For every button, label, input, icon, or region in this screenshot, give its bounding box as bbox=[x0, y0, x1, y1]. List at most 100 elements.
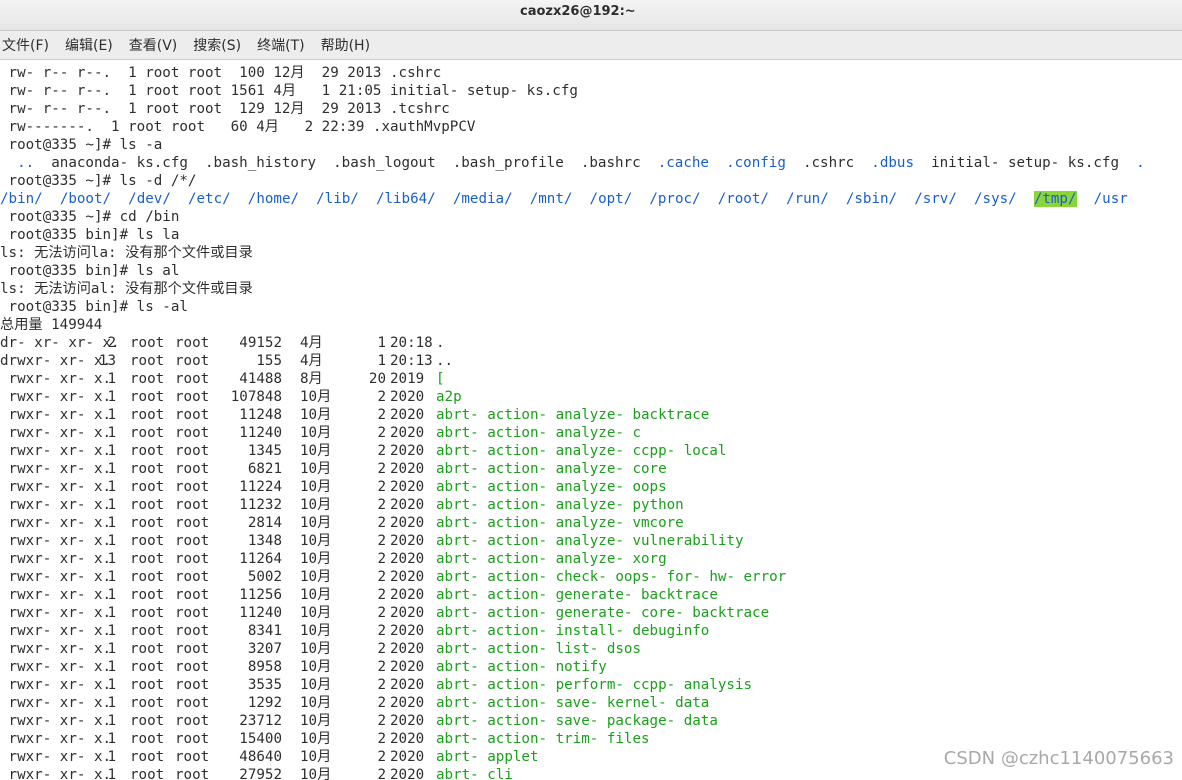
file-month: 10月 bbox=[300, 389, 332, 405]
file-day: 2 bbox=[377, 407, 386, 423]
file-day: 20 bbox=[368, 371, 386, 387]
file-owner: root bbox=[130, 749, 165, 765]
file-owner: root bbox=[130, 353, 165, 369]
ls-entry: anaconda- ks.cfg bbox=[34, 155, 188, 171]
window-titlebar[interactable]: caozx26@192:~ bbox=[0, 0, 1182, 31]
file-month: 10月 bbox=[300, 515, 332, 531]
file-group: root bbox=[175, 515, 210, 531]
file-time: 2019 bbox=[390, 371, 425, 387]
link-count: 13 bbox=[98, 353, 116, 369]
menu-bar: 文件(F) 编辑(E) 查看(V) 搜索(S) 终端(T) 帮助(H) bbox=[0, 31, 1182, 60]
file-owner: root bbox=[130, 551, 165, 567]
file-name: abrt- action- list- dsos bbox=[436, 641, 641, 657]
file-size: 6821 bbox=[247, 461, 282, 477]
file-size: 11232 bbox=[239, 497, 282, 513]
file-name: abrt- action- analyze- backtrace bbox=[436, 407, 710, 423]
file-group: root bbox=[175, 371, 210, 387]
link-count: 1 bbox=[107, 749, 116, 765]
file-owner: root bbox=[130, 569, 165, 585]
file-name: abrt- action- analyze- oops bbox=[436, 479, 667, 495]
file-day: 2 bbox=[377, 767, 386, 780]
file-size: 3535 bbox=[247, 677, 282, 693]
file-permissions: rwxr- xr- x. bbox=[0, 713, 112, 729]
file-owner: root bbox=[130, 371, 165, 387]
ls-entry: . bbox=[1119, 155, 1145, 171]
ls-entry: .config bbox=[708, 155, 786, 171]
file-day: 2 bbox=[377, 695, 386, 711]
file-name: abrt- action- analyze- vulnerability bbox=[436, 533, 744, 549]
terminal-output[interactable]: rw- r-- r--. 1 root root 100 12月 29 2013… bbox=[0, 60, 1182, 780]
separator bbox=[829, 191, 846, 207]
directory-entry: /boot/ bbox=[59, 191, 112, 207]
terminal-line: root@335 ~]# ls -d /*/ bbox=[0, 173, 197, 189]
link-count: 1 bbox=[107, 767, 116, 780]
file-day: 2 bbox=[377, 659, 386, 675]
file-time: 2020 bbox=[390, 641, 425, 657]
separator bbox=[572, 191, 589, 207]
link-count: 1 bbox=[107, 533, 116, 549]
ls-entry: .bash_profile bbox=[435, 155, 564, 171]
file-time: 2020 bbox=[390, 389, 425, 405]
file-permissions: rwxr- xr- x. bbox=[0, 767, 112, 780]
file-name: abrt- action- check- oops- for- hw- erro… bbox=[436, 569, 787, 585]
link-count: 1 bbox=[107, 425, 116, 441]
file-month: 10月 bbox=[300, 731, 332, 747]
file-owner: root bbox=[130, 335, 165, 351]
file-size: 1348 bbox=[247, 533, 282, 549]
file-month: 10月 bbox=[300, 407, 332, 423]
file-name: abrt- action- notify bbox=[436, 659, 607, 675]
file-day: 2 bbox=[377, 677, 386, 693]
file-size: 41488 bbox=[239, 371, 282, 387]
file-permissions: rwxr- xr- x. bbox=[0, 461, 112, 477]
file-day: 2 bbox=[377, 605, 386, 621]
link-count: 2 bbox=[107, 335, 116, 351]
file-permissions: rwxr- xr- x. bbox=[0, 605, 112, 621]
menu-help[interactable]: 帮助(H) bbox=[319, 35, 378, 55]
file-name: abrt- cli bbox=[436, 767, 513, 780]
terminal-line: root@335 bin]# ls al bbox=[0, 263, 180, 279]
link-count: 1 bbox=[107, 497, 116, 513]
ls-entry: .bashrc bbox=[563, 155, 641, 171]
separator bbox=[299, 191, 316, 207]
file-permissions: rwxr- xr- x. bbox=[0, 497, 112, 513]
file-time: 2020 bbox=[390, 551, 425, 567]
window-title: caozx26@192:~ bbox=[520, 4, 636, 19]
file-owner: root bbox=[130, 677, 165, 693]
file-month: 10月 bbox=[300, 479, 332, 495]
link-count: 1 bbox=[107, 713, 116, 729]
file-day: 2 bbox=[377, 443, 386, 459]
menu-view[interactable]: 查看(V) bbox=[127, 35, 186, 55]
file-permissions: rwxr- xr- x. bbox=[0, 623, 112, 639]
file-owner: root bbox=[130, 587, 165, 603]
directory-entry: /etc/ bbox=[187, 191, 231, 207]
file-month: 10月 bbox=[300, 551, 332, 567]
file-group: root bbox=[175, 677, 210, 693]
file-day: 2 bbox=[377, 587, 386, 603]
directory-entry: /media/ bbox=[452, 191, 513, 207]
menu-file[interactable]: 文件(F) bbox=[0, 35, 57, 55]
menu-search[interactable]: 搜索(S) bbox=[191, 35, 249, 55]
menu-edit[interactable]: 编辑(E) bbox=[63, 35, 121, 55]
terminal-line: 总用量 149944 bbox=[0, 317, 103, 333]
file-owner: root bbox=[130, 641, 165, 657]
directory-entry: /run/ bbox=[786, 191, 829, 207]
file-name: abrt- action- install- debuginfo bbox=[436, 623, 710, 639]
file-owner: root bbox=[130, 533, 165, 549]
separator bbox=[769, 191, 786, 207]
separator bbox=[436, 191, 453, 207]
link-count: 1 bbox=[107, 659, 116, 675]
menu-terminal[interactable]: 终端(T) bbox=[255, 35, 312, 55]
terminal-line: root@335 ~]# ls -a bbox=[0, 137, 163, 153]
file-day: 2 bbox=[377, 497, 386, 513]
file-day: 2 bbox=[377, 641, 386, 657]
file-day: 2 bbox=[377, 533, 386, 549]
file-day: 2 bbox=[377, 515, 386, 531]
file-group: root bbox=[175, 353, 210, 369]
file-month: 10月 bbox=[300, 605, 332, 621]
file-permissions: rwxr- xr- x. bbox=[0, 389, 112, 405]
file-time: 2020 bbox=[390, 605, 425, 621]
ls-entry: .dbus bbox=[854, 155, 914, 171]
file-owner: root bbox=[130, 407, 165, 423]
file-day: 1 bbox=[377, 353, 386, 369]
file-permissions: rwxr- xr- x. bbox=[0, 731, 112, 747]
